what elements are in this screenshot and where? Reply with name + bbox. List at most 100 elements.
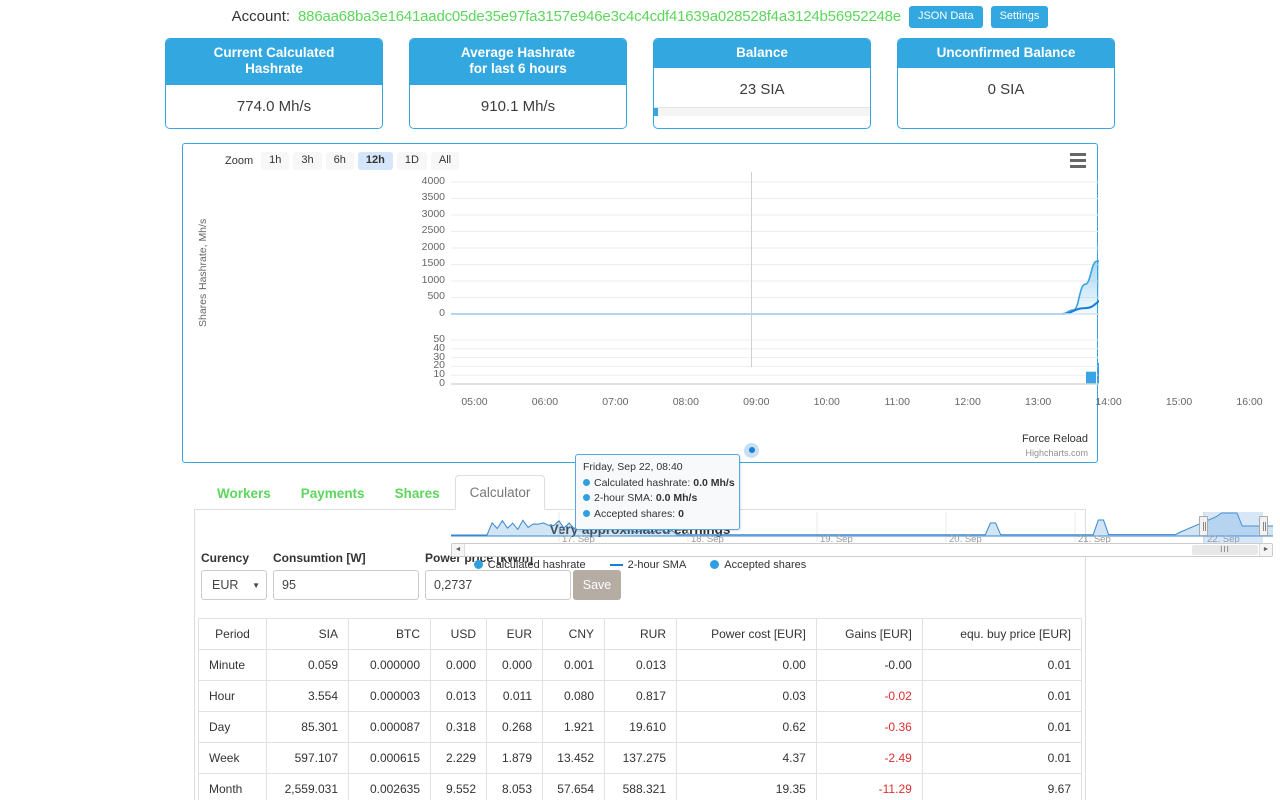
highcharts-credits[interactable]: Highcharts.com	[1025, 448, 1088, 458]
account-hash[interactable]: 886aa68ba3e1641aadc05de35e97fa3157e946e3…	[298, 8, 901, 25]
table-cell-buy-price: 9.67	[921, 773, 1083, 800]
table-cell-eur: 0.011	[486, 680, 543, 713]
y-tick-label: 4000	[421, 174, 445, 187]
navigator-handle-right[interactable]	[1259, 515, 1268, 536]
table-cell-rur: 19.610	[604, 711, 677, 744]
table-cell-sia: 3.554	[266, 680, 349, 713]
table-cell-sia: 2,559.031	[266, 773, 349, 800]
stat-card-title-line1: Current Calculated	[213, 45, 335, 60]
legend-dot-icon	[473, 560, 483, 570]
legend-item-accepted-shares[interactable]: Accepted shares	[710, 559, 806, 571]
stat-cards: Current Calculated Hashrate 774.0 Mh/s A…	[0, 38, 1280, 129]
table-header-row: Period SIA BTC USD EUR CNY RUR Power cost [EUR]…	[198, 618, 1083, 651]
legend-item-sma[interactable]: 2-hour SMA	[609, 558, 687, 571]
table-column-header: USD	[430, 618, 487, 651]
stat-card-value: 774.0 Mh/s	[166, 84, 382, 128]
account-label: Account:	[231, 8, 291, 25]
force-reload-link[interactable]: Force Reload	[1022, 433, 1088, 445]
x-tick-label: 13:00	[1025, 395, 1052, 408]
zoom-button-3h[interactable]: 3h	[293, 151, 322, 170]
y-tick-label: 500	[427, 290, 445, 303]
currency-select[interactable]: EUR ▼	[201, 570, 267, 601]
scrollbar-right-arrow-icon[interactable]: ►	[1259, 543, 1272, 556]
chart-scrollbar[interactable]: ◄ III ►	[451, 542, 1273, 557]
table-cell-period: Minute	[198, 649, 267, 682]
y-tick-label: 50	[433, 332, 445, 345]
tab-workers[interactable]: Workers	[202, 476, 286, 511]
tab-payments[interactable]: Payments	[286, 476, 380, 511]
stat-card-title-line2: Hashrate	[245, 61, 303, 77]
tooltip-value: 0.0 Mh/s	[693, 477, 735, 490]
stat-card-title-line1: Unconfirmed Balance	[936, 45, 1076, 60]
navigator-handle-left[interactable]	[1199, 515, 1208, 536]
table-row: Hour 3.554 0.000003 0.013 0.011 0.080 0.817 0.0…	[198, 680, 1083, 713]
chart-hover-point[interactable]	[744, 442, 759, 458]
tooltip-marker-dot-icon	[583, 479, 590, 487]
legend-label: 2-hour SMA	[627, 558, 687, 571]
stat-card-value: 910.1 Mh/s	[410, 84, 626, 128]
earnings-table: Period SIA BTC USD EUR CNY RUR Power cost [EUR]…	[198, 618, 1083, 800]
x-tick-label: 07:00	[602, 395, 629, 408]
table-cell-rur: 0.817	[604, 680, 677, 713]
legend-label: Calculated hashrate	[487, 558, 586, 571]
table-cell-gains: -0.36	[815, 711, 923, 744]
x-tick-label: 08:00	[672, 395, 699, 408]
table-cell-btc: 0.000615	[348, 742, 431, 775]
save-button[interactable]: Save	[573, 570, 621, 601]
earnings-table-body: Minute 0.059 0.000000 0.000 0.000 0.001 0.013 0…	[198, 649, 1083, 800]
table-cell-gains: -0.02	[815, 680, 923, 713]
zoom-button-6h[interactable]: 6h	[325, 151, 354, 170]
scrollbar-left-arrow-icon[interactable]: ◄	[452, 543, 465, 556]
stat-card-title-line1: Average Hashrate	[460, 45, 576, 60]
zoom-button-12h[interactable]: 12h	[357, 151, 393, 170]
navigator-selected-range[interactable]	[1203, 511, 1263, 546]
y-tick-label: 3000	[421, 207, 445, 220]
table-column-header: Gains [EUR]	[815, 618, 923, 651]
json-data-button[interactable]: JSON Data	[908, 5, 983, 28]
table-cell-eur: 8.053	[486, 773, 543, 800]
zoom-range-selector: Zoom 1h 3h 6h 12h 1D All	[225, 151, 460, 170]
zoom-button-1h[interactable]: 1h	[261, 151, 290, 170]
legend-label: Accepted shares	[724, 558, 807, 571]
consumption-input[interactable]	[273, 570, 419, 601]
balance-progress-fill	[654, 108, 659, 117]
table-cell-usd: 0.013	[430, 680, 487, 713]
tooltip-value: 0.0 Mh/s	[655, 492, 698, 505]
table-cell-gains: -11.29	[815, 773, 923, 800]
zoom-label: Zoom	[225, 154, 254, 167]
stat-card-body: 23 SIA	[654, 68, 870, 117]
legend-dot-icon	[710, 560, 720, 570]
zoom-button-all[interactable]: All	[430, 151, 460, 170]
table-cell-usd: 9.552	[430, 773, 487, 800]
table-cell-sia: 0.059	[266, 649, 349, 682]
table-cell-sia: 85.301	[266, 711, 349, 744]
table-cell-power-cost: 0.62	[676, 711, 817, 744]
tab-calculator[interactable]: Calculator	[454, 474, 546, 511]
y-tick-label: 1000	[421, 273, 445, 286]
table-cell-period: Month	[198, 773, 267, 800]
table-cell-period: Week	[198, 742, 267, 775]
table-row: Week 597.107 0.000615 2.229 1.879 13.452 137.2…	[198, 742, 1083, 775]
table-row: Month 2,559.031 0.002635 9.552 8.053 57.654 58…	[198, 773, 1083, 800]
x-tick-label: 10:00	[813, 395, 840, 408]
stat-card-title: Current Calculated Hashrate	[166, 39, 382, 85]
stat-card-title: Balance	[654, 39, 870, 69]
power-price-input[interactable]	[425, 570, 571, 601]
tooltip-label: Calculated hashrate:	[594, 477, 691, 490]
stat-card-unconfirmed-balance: Unconfirmed Balance 0 SIA	[897, 38, 1115, 129]
y-tick-label: 0	[439, 306, 445, 319]
table-cell-usd: 2.229	[430, 742, 487, 775]
table-cell-btc: 0.002635	[348, 773, 431, 800]
zoom-button-1d[interactable]: 1D	[396, 151, 427, 170]
currency-selected-value: EUR	[212, 578, 239, 593]
x-tick-label: 09:00	[743, 395, 770, 408]
legend-item-calculated-hashrate[interactable]: Calculated hashrate	[473, 558, 586, 571]
table-cell-eur: 0.268	[486, 711, 543, 744]
hamburger-icon[interactable]	[1066, 151, 1090, 171]
tab-shares[interactable]: Shares	[380, 476, 455, 511]
table-cell-eur: 0.000	[486, 649, 543, 682]
tooltip-label: Accepted shares:	[594, 507, 676, 520]
account-bar: Account: 886aa68ba3e1641aadc05de35e97fa3…	[0, 0, 1280, 30]
settings-button[interactable]: Settings	[990, 5, 1049, 28]
scrollbar-thumb[interactable]: III	[1192, 544, 1258, 555]
